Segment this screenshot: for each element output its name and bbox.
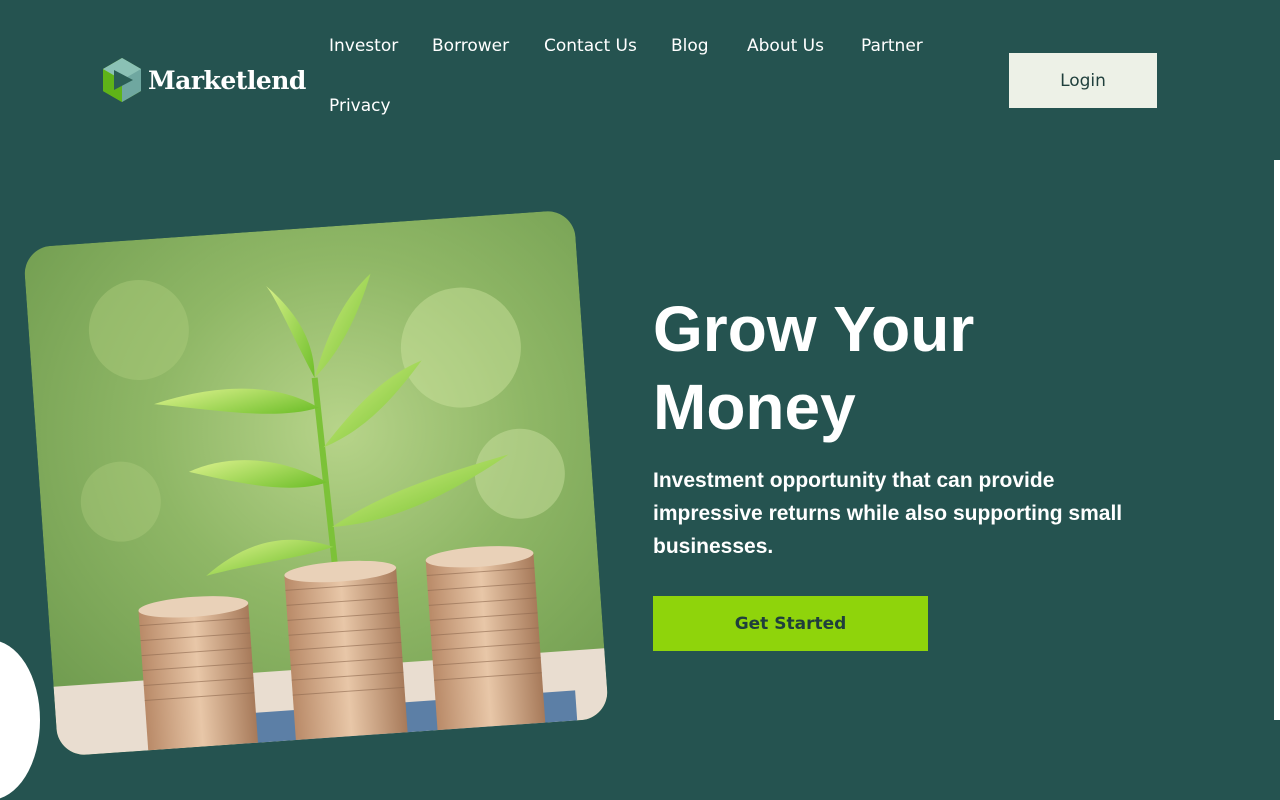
coin-stack-middle [284,560,408,741]
brand-name: Marketlend [148,65,306,95]
marketlend-logo-icon [103,58,141,102]
hero-title: Grow Your Money [653,293,975,443]
hero-image [22,209,610,757]
login-button[interactable]: Login [1009,53,1157,108]
nav-contact-us[interactable]: Contact Us [544,36,637,56]
corner-decoration [0,640,40,800]
plant-coins-illustration [22,209,610,757]
nav-blog[interactable]: Blog [671,36,709,56]
page-edge-decoration [1274,160,1280,720]
nav-about-us[interactable]: About Us [747,36,824,56]
get-started-button[interactable]: Get Started [653,596,928,651]
hero-description: Investment opportunity that can provide … [653,469,1123,558]
coin-stack-left [138,596,258,751]
nav-privacy[interactable]: Privacy [329,96,391,116]
nav-investor[interactable]: Investor [329,36,398,56]
nav-borrower[interactable]: Borrower [432,36,509,56]
brand-logo[interactable]: Marketlend [100,56,306,104]
nav-partner[interactable]: Partner [861,36,923,56]
